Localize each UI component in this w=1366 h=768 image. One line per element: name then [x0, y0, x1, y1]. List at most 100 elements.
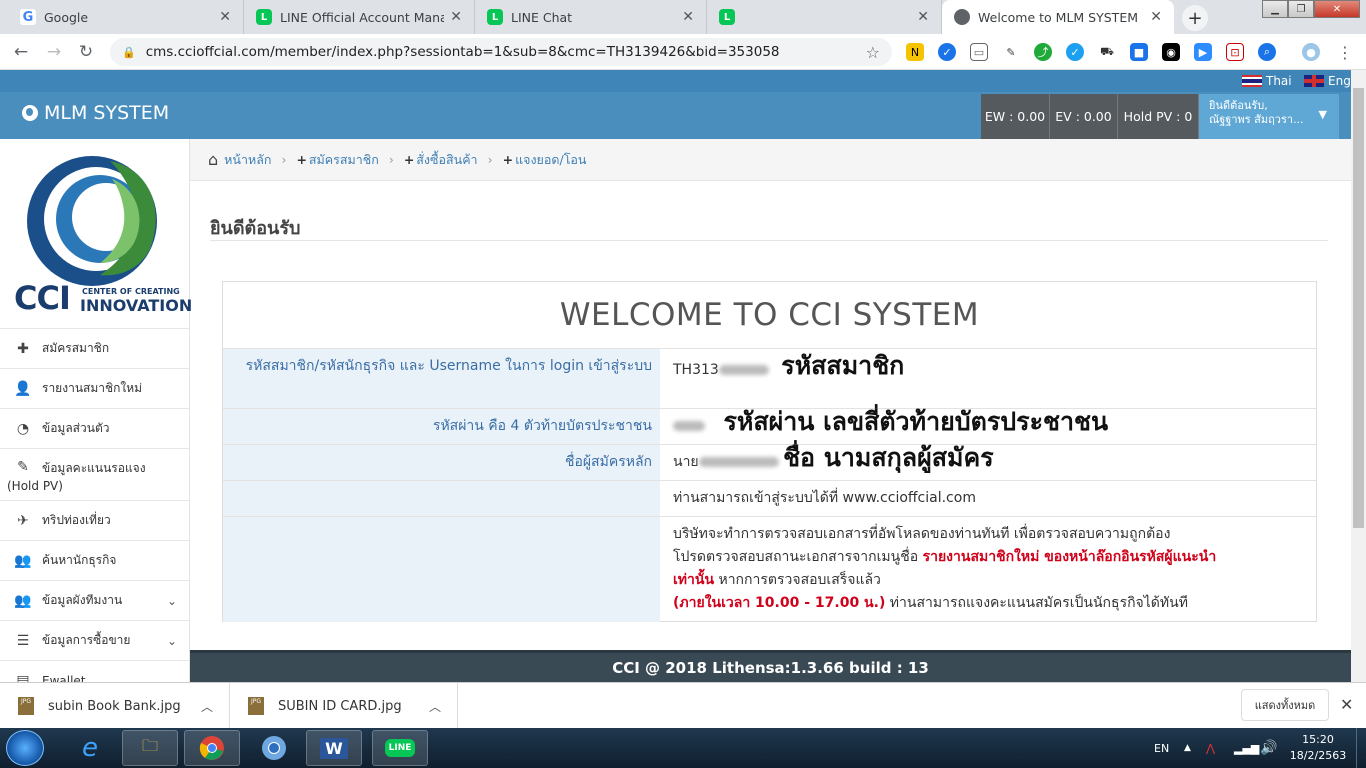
chrome-alt-icon[interactable]	[246, 730, 302, 766]
show-desktop-button[interactable]	[1356, 728, 1366, 768]
chevron-up-icon[interactable]: ︿	[429, 698, 441, 715]
tab-title: Google	[44, 9, 89, 25]
language-bar: Thai Eng	[0, 70, 1351, 92]
minimize-button[interactable]: ▁	[1262, 0, 1288, 18]
extension-icon[interactable]: ■	[1130, 43, 1148, 61]
breadcrumb-order[interactable]: สั่งซื้อสินค้า	[416, 150, 477, 170]
menu-icon[interactable]: ⋮	[1336, 43, 1354, 62]
page-title: ยินดีต้อนรับ	[210, 218, 301, 239]
input-language[interactable]: EN	[1154, 728, 1169, 768]
lang-thai[interactable]: Thai	[1242, 74, 1292, 88]
tab-mlm-system[interactable]: Welcome to MLM SYSTEM ✕	[942, 0, 1174, 34]
close-icon[interactable]: ✕	[219, 9, 231, 25]
sidebar-item-label: ข้อมูลผังทีมงาน	[42, 593, 123, 607]
tab-title: LINE Chat	[511, 9, 573, 25]
sidebar-item-new-members[interactable]: 👤 รายงานสมาชิกใหม่	[0, 368, 189, 408]
sidebar-item-register[interactable]: ✚ สมัครสมาชิก	[0, 328, 189, 368]
reload-icon[interactable]: ↻	[75, 41, 97, 63]
sidebar-item-team-tree[interactable]: 👥 ข้อมูลผังทีมงาน ⌄	[0, 580, 189, 620]
info-row-login-site: ท่านสามารถเข้าสู่ระบบได้ที่ www.ccioffci…	[223, 480, 1316, 516]
sidebar-item-hold-pv[interactable]: ✎ ข้อมูลคะแนนรอแจง (Hold PV)	[0, 448, 189, 500]
dashboard-icon: ◔	[16, 420, 30, 437]
address-bar[interactable]: 🔒 cms.ccioffcial.com/member/index.php?se…	[110, 38, 892, 66]
clock[interactable]: 15:20 18/2/2563	[1286, 732, 1350, 764]
show-all-downloads-button[interactable]: แสดงทั้งหมด	[1241, 689, 1329, 721]
row-label	[223, 517, 660, 622]
user-menu[interactable]: ยินดีต้อนรับ, ณัฐฐาพร สัมฤวรา... ▼	[1199, 94, 1339, 139]
sidebar-item-orders[interactable]: ☰ ข้อมูลการซื้อขาย ⌄	[0, 620, 189, 660]
tray-app-icon[interactable]: ⋀	[1206, 728, 1215, 768]
extension-icon[interactable]: ✓	[1066, 43, 1084, 61]
browser-tab-strip: G Google ✕ L LINE Official Account Manag…	[0, 0, 1366, 34]
notice-text-part: โปรดตรวจสอบสถานะเอกสารจากเมนูชื่อ	[673, 549, 923, 565]
avatar[interactable]: ●	[1302, 43, 1320, 61]
internet-explorer-icon[interactable]: e	[62, 730, 118, 766]
breadcrumb-home[interactable]: หน้าหลัก	[224, 150, 271, 170]
sidebar-item-ewallet[interactable]: ▤ Ewallet ⌄	[0, 660, 189, 682]
extension-icon[interactable]: ▶	[1194, 43, 1212, 61]
close-icon[interactable]: ✕	[1150, 9, 1162, 25]
back-icon[interactable]: ←	[10, 41, 32, 63]
notice-line: เท่านั้น หากการตรวจสอบเสร็จแล้ว	[673, 569, 1313, 592]
extension-icon[interactable]: ✓	[938, 43, 956, 61]
sidebar-item-profile[interactable]: ◔ ข้อมูลส่วนตัว	[0, 408, 189, 448]
row-label: รหัสผ่าน คือ 4 ตัวท้ายบัตรประชาชน	[223, 409, 660, 444]
extension-icon[interactable]: ⤴	[1034, 43, 1052, 61]
volume-icon[interactable]: 🔊	[1260, 728, 1277, 768]
chrome-icon[interactable]	[184, 730, 240, 766]
ev-balance: EV : 0.00	[1050, 94, 1118, 139]
tab-line-oa-manager[interactable]: L LINE Official Account Manager ✕	[244, 0, 475, 34]
file-explorer-icon[interactable]: 🗀	[122, 730, 178, 766]
sidebar-item-label: รายงานสมาชิกใหม่	[42, 381, 143, 395]
google-icon: G	[20, 9, 36, 25]
close-icon[interactable]: ✕	[917, 9, 929, 25]
camera-icon[interactable]: ◉	[1162, 43, 1180, 61]
tab-google[interactable]: G Google ✕	[8, 0, 244, 34]
close-icon[interactable]: ✕	[450, 9, 462, 25]
plus-icon: +	[296, 152, 307, 167]
breadcrumb-separator: ›	[281, 152, 287, 167]
network-icon[interactable]: ▂▄▆	[1234, 728, 1259, 768]
extension-icon[interactable]: N	[906, 43, 924, 61]
chevron-up-icon[interactable]: ︿	[201, 698, 213, 715]
close-icon[interactable]: ✕	[682, 9, 694, 25]
extension-icon[interactable]: ⊡	[1226, 43, 1244, 61]
tray-expand-icon[interactable]: ▲	[1184, 728, 1191, 768]
line-app-icon[interactable]: LINE	[372, 730, 428, 766]
brand[interactable]: MLM SYSTEM	[22, 102, 169, 124]
tab-line-blank[interactable]: L ✕	[707, 0, 942, 34]
notice-text: บริษัทจะทำการตรวจสอบเอกสารที่อัพโหลดของท…	[673, 523, 1313, 615]
lang-eng[interactable]: Eng	[1304, 74, 1351, 88]
extension-icon[interactable]: ⌕	[1258, 43, 1276, 61]
notice-text-part: หากการตรวจสอบเสร็จแล้ว	[714, 572, 881, 588]
new-tab-button[interactable]: +	[1182, 5, 1208, 31]
info-row-notice: บริษัทจะทำการตรวจสอบเอกสารที่อัพโหลดของท…	[223, 516, 1316, 622]
chevron-down-icon: ⌄	[166, 633, 177, 648]
maximize-button[interactable]: ❐	[1288, 0, 1314, 18]
extension-icon[interactable]: ▭	[970, 43, 988, 61]
start-button[interactable]	[6, 730, 44, 766]
tab-title: LINE Official Account Manager	[280, 9, 445, 25]
download-item[interactable]: JPG SUBIN ID CARD.jpg ︿	[230, 683, 458, 729]
extension-icon[interactable]: ✎	[1002, 43, 1020, 61]
welcome-panel: WELCOME TO CCI SYSTEM รหัสสมาชิก/รหัสนัก…	[222, 281, 1317, 622]
word-icon[interactable]: W	[306, 730, 362, 766]
close-window-button[interactable]: ✕	[1314, 0, 1360, 18]
bookmark-star-icon[interactable]: ☆	[866, 43, 880, 62]
tab-line-chat[interactable]: L LINE Chat ✕	[475, 0, 707, 34]
download-item[interactable]: JPG subin Book Bank.jpg ︿	[0, 683, 230, 729]
forward-icon[interactable]: →	[43, 41, 65, 63]
close-icon[interactable]: ✕	[1340, 695, 1353, 714]
sidebar-item-label: Ewallet	[42, 673, 86, 683]
list-icon: ☰	[16, 632, 30, 649]
brand-title: MLM SYSTEM	[44, 102, 170, 124]
scrollbar-thumb[interactable]	[1353, 88, 1364, 528]
extension-icon[interactable]: ⛟	[1098, 43, 1116, 61]
sidebar-item-trip[interactable]: ✈ ทริปท่องเที่ยว	[0, 500, 189, 540]
sidebar-item-sublabel: (Hold PV)	[7, 479, 63, 493]
sidebar-item-search-business[interactable]: 👥 ค้นหานักธุรกิจ	[0, 540, 189, 580]
breadcrumb-register[interactable]: สมัครสมาชิก	[309, 150, 379, 170]
member-id-value: TH313	[673, 362, 719, 378]
breadcrumb-transfer[interactable]: แจงยอด/โอน	[515, 150, 586, 170]
welcome-heading: WELCOME TO CCI SYSTEM	[559, 297, 980, 333]
